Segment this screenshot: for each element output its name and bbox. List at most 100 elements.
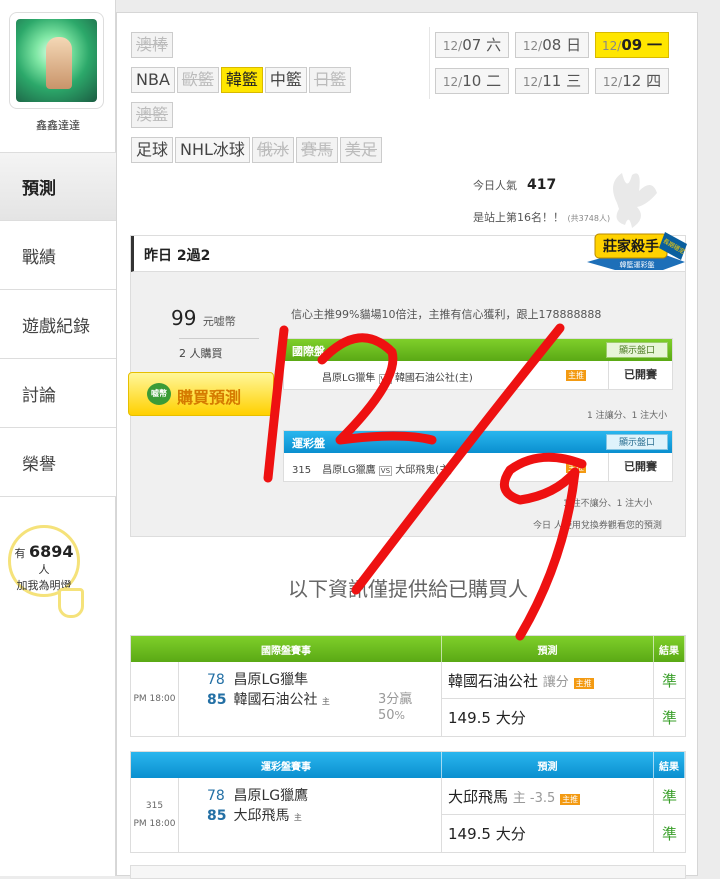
sport-chip-nba[interactable]: NBA [131, 67, 175, 93]
header-match: 運彩盤賽事 [131, 752, 442, 778]
price-unit: 元嘘幣 [202, 315, 236, 328]
avatar-image [16, 19, 97, 102]
badge-title: 莊家殺手 [603, 238, 659, 255]
date-tab-1210[interactable]: 12/10 二 [435, 68, 509, 94]
rank-label: 是站上第16名！！ [473, 211, 564, 224]
follower-bubble[interactable]: 有 6894 人 加我為明燈 [8, 525, 80, 597]
intl-title: 國際盤 [292, 345, 325, 358]
result-cell: 準 準 [654, 662, 685, 736]
sport-chip-aus-baseball[interactable]: 澳棒 [131, 32, 174, 58]
intl-note: 1 注讓分、1 注大小 [587, 411, 668, 421]
odds-line1: 3分贏 [378, 692, 413, 707]
date-tab-1207[interactable]: 12/07 六 [435, 32, 509, 58]
match-teams-cell: 78 昌原LG獵隼 85 韓國石油公社 主 3分贏 50% [179, 662, 442, 736]
date-tab-1211[interactable]: 12/11 三 [515, 68, 589, 94]
buy-prediction-button[interactable]: 嘘幣 購買預測 [128, 372, 274, 416]
team2-name: 韓國石油公社 [233, 692, 318, 708]
intl-market-box: 國際盤 顯示盤口 昌原LG獵隼 VS 韓國石油公社(主) 主推 已開賽 [283, 338, 673, 390]
pred-extra: 讓分 [542, 675, 569, 690]
intl-market-header: 國際盤 顯示盤口 [284, 339, 672, 361]
sport-chip-russian-hockey[interactable]: 俄冰 [251, 137, 294, 163]
date-month: 12/ [442, 75, 463, 89]
vs-mark: VS [378, 374, 392, 384]
date-weekday: 日 [566, 36, 582, 54]
avatar[interactable] [9, 12, 104, 109]
fans-prefix: 有 [14, 547, 26, 560]
pred-team: 韓國石油公社 [448, 672, 539, 690]
prediction-card: 昨日 2過2 莊家殺手 韓籃運彩盤 長期穩定 99 元嘘幣 2 人購買 嘘幣 購… [128, 232, 687, 537]
sport-chip-american-football[interactable]: 美足 [339, 137, 382, 163]
team2-number: 85 [207, 808, 227, 824]
buyers-count: 2 人購買 [179, 338, 259, 361]
sport-chip-horse-racing[interactable]: 賽馬 [295, 137, 338, 163]
main-pick-tag: 主推 [573, 678, 594, 689]
sport-chip-china-basketball[interactable]: 中籃 [264, 67, 307, 93]
lightbulb-icon [58, 588, 84, 618]
sport-chip-aus-basketball[interactable]: 澳籃 [131, 102, 174, 128]
sport-note: 1 注不讓分、1 注大小 [563, 499, 653, 509]
username[interactable]: 鑫鑫達達 [0, 117, 116, 133]
team2-name: 大邱飛馬 [233, 808, 290, 824]
sport-chip-euro-basketball[interactable]: 歐籃 [176, 67, 219, 93]
home-mark: 主 [321, 697, 330, 706]
sidebar-nav: 預測 戰績 遊戲紀錄 討論 榮譽 [0, 152, 116, 497]
date-day: 07 [462, 36, 482, 54]
nav-item-discussion[interactable]: 討論 [0, 359, 116, 428]
date-month: 12/ [442, 39, 463, 53]
exchange-note: 今日 人使用兌換券觀看您的預測 [533, 521, 662, 531]
nav-item-record[interactable]: 戰績 [0, 221, 116, 290]
sport-chip-japan-basketball[interactable]: 日籃 [308, 67, 351, 93]
main-pick-tag: 主推 [560, 794, 581, 805]
main-pick-tag: 主推 [566, 462, 586, 473]
popularity: 今日人氣 417 [473, 177, 556, 193]
header-prediction: 預測 [442, 636, 654, 662]
date-tab-1212[interactable]: 12/12 四 [595, 68, 669, 94]
match-time-cell: PM 18:00 [131, 662, 179, 736]
pred-extra: 主 -3.5 [512, 791, 556, 806]
team-home: 昌原LG獵鷹 [322, 465, 376, 476]
main-pick-tag: 主推 [566, 370, 586, 381]
date-weekday: 六 [486, 36, 502, 54]
date-day: 11 [542, 72, 562, 90]
odds-pct: % [394, 709, 405, 722]
nav-item-game-log[interactable]: 遊戲紀錄 [0, 290, 116, 359]
date-day: 10 [462, 72, 482, 90]
sport-chip-soccer[interactable]: 足球 [131, 137, 174, 163]
match-id: 315 [292, 465, 312, 476]
team1-number: 78 [207, 788, 225, 804]
prediction-spread: 大邱飛馬 主 -3.5 主推 [442, 778, 653, 815]
intl-match-row: 昌原LG獵隼 VS 韓國石油公社(主) 主推 已開賽 [284, 361, 672, 389]
prediction-total: 149.5 大分 [448, 709, 526, 727]
match-status: 已開賽 [608, 453, 672, 481]
team-away: 韓國石油公社(主) [394, 373, 473, 384]
sport-chip-nhl[interactable]: NHL冰球 [175, 137, 250, 163]
table-row: 315 PM 18:00 78 昌原LG獵鷹 85 大邱飛馬 主 大邱飛馬 主 -… [131, 778, 685, 852]
match-status: 已開賽 [608, 361, 672, 389]
sport-chip-korea-basketball[interactable]: 韓籃 [220, 67, 263, 93]
nav-item-predict[interactable]: 預測 [0, 152, 116, 221]
show-odds-button[interactable]: 顯示盤口 [606, 342, 668, 358]
header-result: 結果 [654, 636, 685, 662]
result-spread: 準 [654, 662, 685, 699]
date-tab-1208[interactable]: 12/08 日 [515, 32, 589, 58]
team1-name: 昌原LG獵鷹 [233, 788, 309, 804]
date-weekday: 一 [646, 36, 662, 54]
coin-icon: 嘘幣 [147, 383, 171, 405]
prediction-spread: 韓國石油公社 讓分 主推 [442, 662, 653, 699]
popularity-value: 417 [527, 177, 557, 193]
pred-team: 大邱飛馬 [448, 788, 509, 806]
match-id: 315 [145, 801, 164, 811]
price-value: 99 [171, 306, 197, 330]
bookmaker-killer-badge: 莊家殺手 韓籃運彩盤 長期穩定 [587, 232, 687, 270]
popularity-label: 今日人氣 [473, 179, 517, 192]
price: 99 元嘘幣 [171, 306, 236, 330]
date-tab-1209[interactable]: 12/09 一 [595, 32, 669, 58]
date-month: 12/ [602, 75, 623, 89]
table-row: PM 18:00 78 昌原LG獵隼 85 韓國石油公社 主 3分贏 50% 韓國… [131, 662, 685, 736]
home-mark: 主 [293, 813, 302, 822]
show-odds-button[interactable]: 顯示盤口 [606, 434, 668, 450]
team-away: 大邱飛鬼(主) [395, 465, 454, 476]
main-panel: 澳棒 NBA 歐籃 韓籃 中籃 日籃 澳籃 足球 NHL冰球 俄冰 賽馬 美足 12/07 六1… [116, 12, 698, 879]
date-weekday: 二 [486, 72, 502, 90]
nav-item-honor[interactable]: 榮譽 [0, 428, 116, 497]
